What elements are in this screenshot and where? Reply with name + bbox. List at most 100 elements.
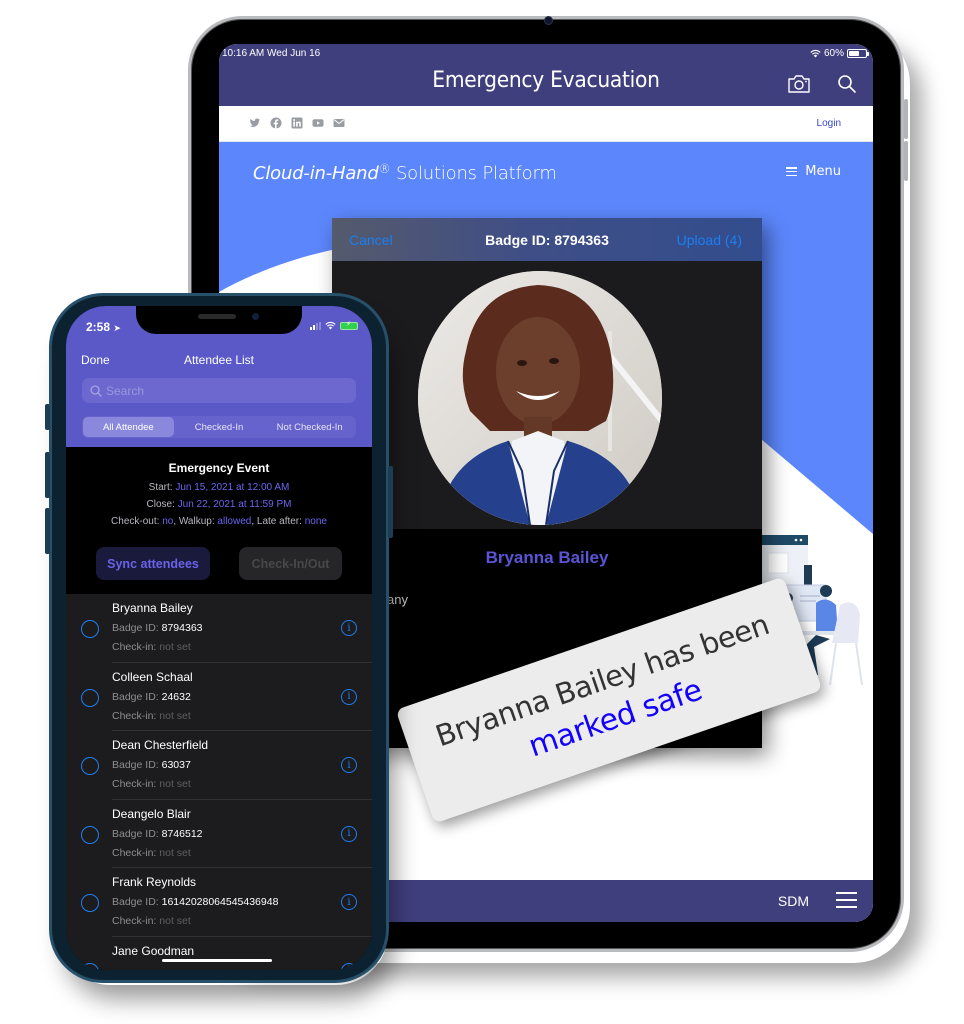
attendee-name: Jane Goodman <box>112 943 195 958</box>
attendee-photo <box>418 271 662 525</box>
event-close-value: Jun 22, 2021 at 11:59 PM <box>177 499 292 510</box>
event-info: Emergency Event Start: Jun 15, 2021 at 1… <box>66 461 372 530</box>
check-circle-icon[interactable] <box>81 757 99 775</box>
search-icon <box>90 384 102 397</box>
wifi-icon <box>810 49 821 58</box>
platform-title: Cloud-in-Hand® Solutions Platform <box>253 162 557 184</box>
attendee-checkin: Check-in: not set <box>112 709 191 722</box>
hamburger-menu-icon[interactable] <box>836 892 857 908</box>
search-icon[interactable] <box>837 74 857 94</box>
segment-not-checked-in[interactable]: Not Checked-In <box>264 417 355 437</box>
info-icon[interactable]: i <box>341 620 357 636</box>
camera-icon[interactable] <box>787 74 811 94</box>
segment-all-attendee[interactable]: All Attendee <box>83 417 174 437</box>
mail-icon[interactable] <box>333 117 345 129</box>
walkup-value: allowed <box>217 516 252 527</box>
check-circle-icon[interactable] <box>81 962 99 970</box>
ipad-front-camera <box>544 16 553 25</box>
ipad-volume-down-button <box>904 141 908 181</box>
late-after-value: none <box>304 516 327 527</box>
social-bar: Login <box>219 106 873 142</box>
phone-silent-switch <box>45 404 50 430</box>
attendee-badge: Badge ID: 16142028064545436948 <box>112 896 279 908</box>
search-field[interactable] <box>82 378 356 403</box>
info-icon[interactable]: i <box>341 688 357 705</box>
event-close: Close: Jun 22, 2021 at 11:59 PM <box>146 499 292 510</box>
attendee-badge: Badge ID: 8794363 <box>112 622 203 634</box>
menu-button[interactable]: Menu <box>786 164 841 179</box>
ipad-header: 10:16 AM Wed Jun 16 60% Emergency Evacua… <box>219 44 873 106</box>
home-indicator[interactable] <box>162 959 272 962</box>
checkout-value: no <box>162 516 174 527</box>
footer-label: SDM <box>777 893 809 909</box>
attendee-name: Bryanna Bailey <box>112 601 193 615</box>
attendee-name: Dean Chesterfield <box>112 738 209 752</box>
sync-attendees-button[interactable]: Sync attendees <box>96 547 210 580</box>
info-icon[interactable]: i <box>341 757 357 773</box>
attendee-badge: Badge ID: 8746512 <box>112 827 203 840</box>
menu-label: Menu <box>805 164 841 179</box>
battery-icon <box>847 49 869 58</box>
attendee-list-title: Attendee List <box>183 353 255 367</box>
ipad-volume-up-button <box>904 99 908 139</box>
attendee-name: Bryanna Bailey <box>485 548 609 567</box>
check-circle-icon[interactable] <box>81 688 99 707</box>
login-link[interactable]: Login <box>817 118 841 129</box>
phone-volume-up-button <box>45 452 50 498</box>
attendee-name: Colleen Schaal <box>112 669 193 684</box>
info-icon[interactable]: i <box>341 894 357 910</box>
event-settings: Check-out: no, Walkup: allowed, Late aft… <box>111 516 327 527</box>
check-circle-icon[interactable] <box>81 825 99 844</box>
upload-button[interactable]: Upload (4) <box>677 232 742 248</box>
attendee-checkin: Check-in: not set <box>112 778 191 790</box>
attendee-row[interactable]: Bryanna Bailey Badge ID: 8794363 Check-in:… <box>66 594 372 663</box>
phone-header: 2:58 ➤ Done Attendee List <box>66 306 372 447</box>
ipad-status-right: 60% <box>810 48 869 59</box>
attendee-badge: Badge ID: 63037 <box>112 759 191 771</box>
charging-battery-icon <box>340 320 358 330</box>
ipad-battery-percent: 60% <box>823 48 844 59</box>
phone-status-time: 2:58 ➤ <box>86 320 121 334</box>
phone-notch <box>136 306 302 334</box>
event-title: Emergency Event <box>168 461 270 475</box>
company-text: any <box>387 592 408 607</box>
check-circle-icon[interactable] <box>81 620 99 638</box>
modal-header: Cancel Badge ID: 8794363 Upload (4) <box>332 218 762 261</box>
attendee-badge: Badge ID: 24632 <box>112 690 191 703</box>
hamburger-icon <box>786 167 798 176</box>
attendee-row[interactable]: Colleen Schaal Badge ID: 24632 Check-in: n… <box>66 663 372 731</box>
portrait-image <box>418 271 662 525</box>
event-start: Start: Jun 15, 2021 at 12:00 AM <box>148 482 290 493</box>
filter-segmented-control: All Attendee Checked-In Not Checked-In <box>82 416 356 438</box>
attendee-name: Frank Reynolds <box>112 875 197 889</box>
check-in-out-button[interactable]: Check-In/Out <box>239 547 342 580</box>
platform-brand: Cloud-in-Hand <box>253 163 379 184</box>
info-icon[interactable]: i <box>341 962 357 970</box>
event-start-value: Jun 15, 2021 at 12:00 AM <box>175 482 290 493</box>
attendee-name: Deangelo Blair <box>112 806 191 821</box>
attendee-row[interactable]: Jane Goodman i <box>66 937 372 970</box>
check-circle-icon[interactable] <box>81 894 99 912</box>
linkedin-icon[interactable] <box>291 117 303 129</box>
phone-status-right <box>310 320 358 330</box>
attendee-checkin: Check-in: not set <box>112 846 191 859</box>
attendee-checkin: Check-in: not set <box>112 915 191 927</box>
info-icon[interactable]: i <box>341 825 357 842</box>
social-icons <box>249 117 345 129</box>
segment-checked-in[interactable]: Checked-In <box>174 417 265 437</box>
phone-power-button <box>388 466 393 538</box>
facebook-icon[interactable] <box>270 117 282 129</box>
attendee-row[interactable]: Deangelo Blair Badge ID: 8746512 Check-in:… <box>66 800 372 868</box>
cellular-signal-icon <box>310 321 321 330</box>
ipad-status-time: 10:16 AM Wed Jun 16 <box>222 48 321 59</box>
attendee-list: Bryanna Bailey Badge ID: 8794363 Check-in:… <box>66 594 372 970</box>
attendee-row[interactable]: Dean Chesterfield Badge ID: 63037 Check-in… <box>66 731 372 800</box>
speaker-grille <box>198 314 236 319</box>
platform-rest: Solutions Platform <box>390 163 557 184</box>
wifi-icon <box>325 321 336 330</box>
attendee-row[interactable]: Frank Reynolds Badge ID: 1614202806454543… <box>66 868 372 937</box>
youtube-icon[interactable] <box>312 117 324 129</box>
search-input[interactable] <box>106 383 336 398</box>
twitter-icon[interactable] <box>249 117 261 129</box>
location-arrow-icon: ➤ <box>113 323 121 333</box>
